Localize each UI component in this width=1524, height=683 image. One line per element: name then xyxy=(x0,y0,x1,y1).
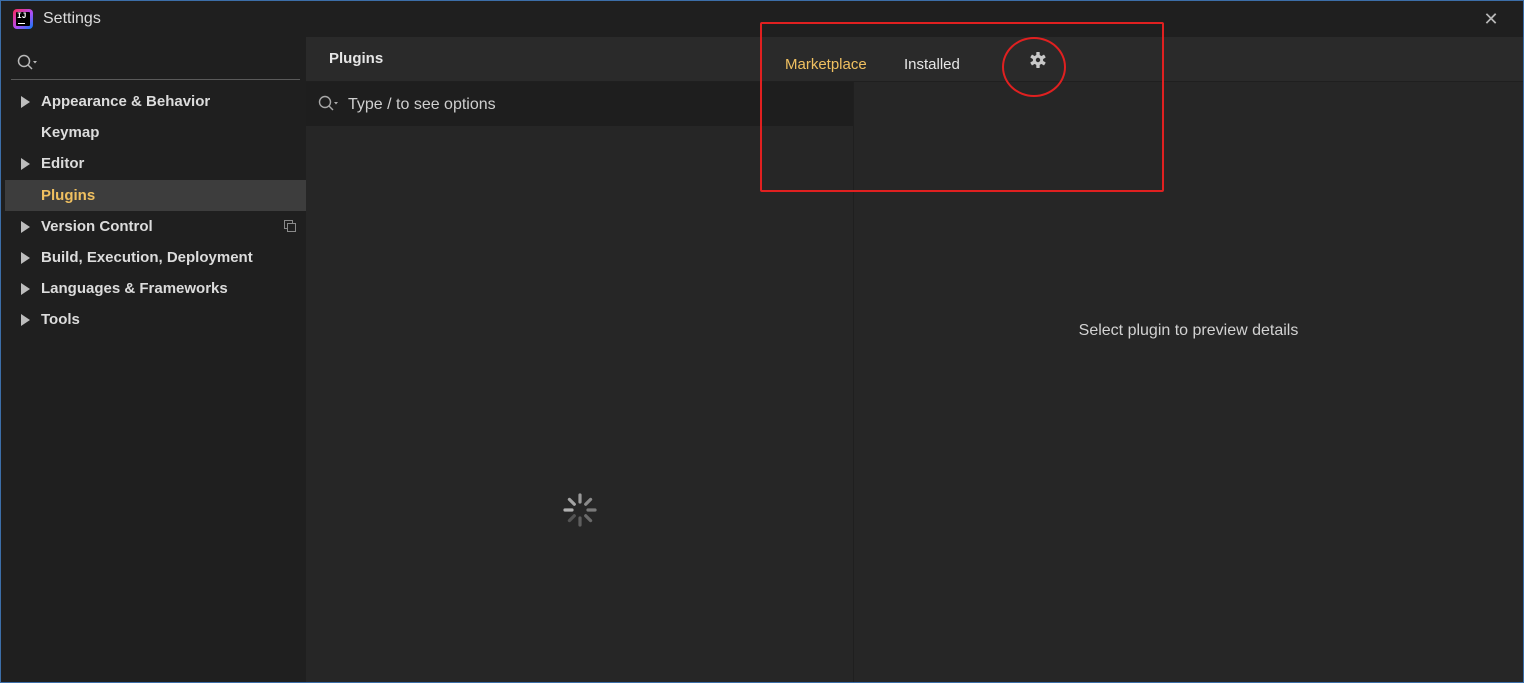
sidebar-item-label: Keymap xyxy=(41,124,100,141)
search-icon xyxy=(17,54,37,70)
sidebar-item-build-execution-deployment[interactable]: Build, Execution, Deployment xyxy=(5,242,306,273)
plugin-search-bar xyxy=(306,82,853,126)
plugins-panel: Plugins Marketplace Installed Type / to … xyxy=(306,37,1523,682)
settings-sidebar: Appearance & Behavior Keymap Editor Plug… xyxy=(1,37,306,682)
sidebar-item-label: Tools xyxy=(41,311,80,328)
window-title: Settings xyxy=(43,10,101,27)
tab-marketplace[interactable]: Marketplace xyxy=(785,56,867,73)
settings-window: IJ Settings ✕ Appearance & Behavior Keym… xyxy=(0,0,1524,683)
title-bar: IJ Settings ✕ xyxy=(1,1,1523,37)
sidebar-item-label: Appearance & Behavior xyxy=(41,93,211,110)
plugin-details-pane: Select plugin to preview details xyxy=(854,82,1523,682)
sidebar-item-label: Build, Execution, Deployment xyxy=(41,249,253,266)
page-title: Plugins xyxy=(329,50,384,67)
sidebar-item-appearance-behavior[interactable]: Appearance & Behavior xyxy=(5,86,306,117)
expand-arrow-icon[interactable] xyxy=(21,252,30,264)
expand-arrow-icon[interactable] xyxy=(21,283,30,295)
sidebar-item-keymap[interactable]: Keymap xyxy=(5,117,306,148)
sidebar-item-label: Plugins xyxy=(41,187,96,204)
plugins-header: Plugins Marketplace Installed xyxy=(306,37,1523,82)
tab-installed[interactable]: Installed xyxy=(904,56,960,73)
plugin-list-pane xyxy=(306,82,854,682)
sidebar-item-plugins[interactable]: Plugins xyxy=(5,180,306,211)
search-icon xyxy=(318,95,338,111)
sidebar-item-label: Version Control xyxy=(41,218,153,235)
gear-icon[interactable] xyxy=(1028,50,1048,70)
sidebar-item-languages-frameworks[interactable]: Languages & Frameworks xyxy=(5,273,306,304)
loading-spinner-icon xyxy=(563,493,597,527)
sidebar-search-field[interactable] xyxy=(11,47,300,80)
plugin-search-input[interactable] xyxy=(346,91,830,119)
expand-arrow-icon[interactable] xyxy=(21,221,30,233)
sidebar-item-editor[interactable]: Editor xyxy=(5,148,306,179)
close-button[interactable]: ✕ xyxy=(1477,6,1505,32)
expand-arrow-icon[interactable] xyxy=(21,96,30,108)
empty-details-message: Select plugin to preview details xyxy=(1078,322,1299,339)
sidebar-item-label: Languages & Frameworks xyxy=(41,280,228,297)
expand-arrow-icon[interactable] xyxy=(21,158,30,170)
sidebar-item-version-control[interactable]: Version Control xyxy=(5,211,306,242)
expand-arrow-icon[interactable] xyxy=(21,314,30,326)
sidebar-item-tools[interactable]: Tools xyxy=(5,304,306,335)
copy-icon xyxy=(284,220,296,232)
intellij-logo-icon: IJ xyxy=(13,9,33,29)
sidebar-item-label: Editor xyxy=(41,155,85,172)
